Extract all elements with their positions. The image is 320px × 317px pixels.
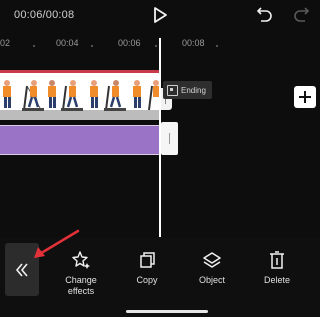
delete-label: Delete <box>263 275 290 285</box>
add-clip-button[interactable] <box>294 86 316 108</box>
video-thumbnails <box>3 80 160 111</box>
playhead[interactable] <box>159 38 161 237</box>
redo-icon[interactable] <box>292 6 312 24</box>
play-icon[interactable] <box>150 5 170 25</box>
ruler-dot <box>216 45 218 47</box>
timecode: 00:06/00:08 <box>14 9 75 21</box>
video-clip-track[interactable] <box>0 70 160 120</box>
annotation-arrow-icon <box>34 229 80 258</box>
ending-chip[interactable]: Ending <box>163 81 212 99</box>
ruler-dot <box>91 45 93 47</box>
trash-icon <box>270 251 284 269</box>
plus-icon <box>299 91 311 103</box>
effect-trim-handle[interactable] <box>161 122 178 155</box>
ruler-tick-label: 02 <box>0 38 11 48</box>
ruler-dot <box>155 45 157 47</box>
change-effects-label: Change effects <box>65 275 97 296</box>
copy-button[interactable]: Copy <box>112 250 182 286</box>
ruler-tick-label: 00:06 <box>118 38 141 48</box>
home-indicator <box>126 310 208 313</box>
delete-button[interactable]: Delete <box>242 250 312 286</box>
ending-label: Ending <box>181 85 206 95</box>
object-button[interactable]: Object <box>177 250 247 286</box>
double-chevron-left-icon <box>15 262 28 277</box>
copy-label: Copy <box>136 275 158 285</box>
ending-icon <box>167 84 178 96</box>
ruler-tick-label: 00:04 <box>56 38 79 48</box>
object-label: Object <box>198 275 225 285</box>
layers-icon <box>203 252 221 268</box>
ruler-dot <box>33 45 35 47</box>
undo-icon[interactable] <box>254 6 274 24</box>
copy-icon <box>140 252 155 268</box>
effect-track[interactable] <box>0 125 160 155</box>
ruler-tick-label: 00:08 <box>182 38 205 48</box>
